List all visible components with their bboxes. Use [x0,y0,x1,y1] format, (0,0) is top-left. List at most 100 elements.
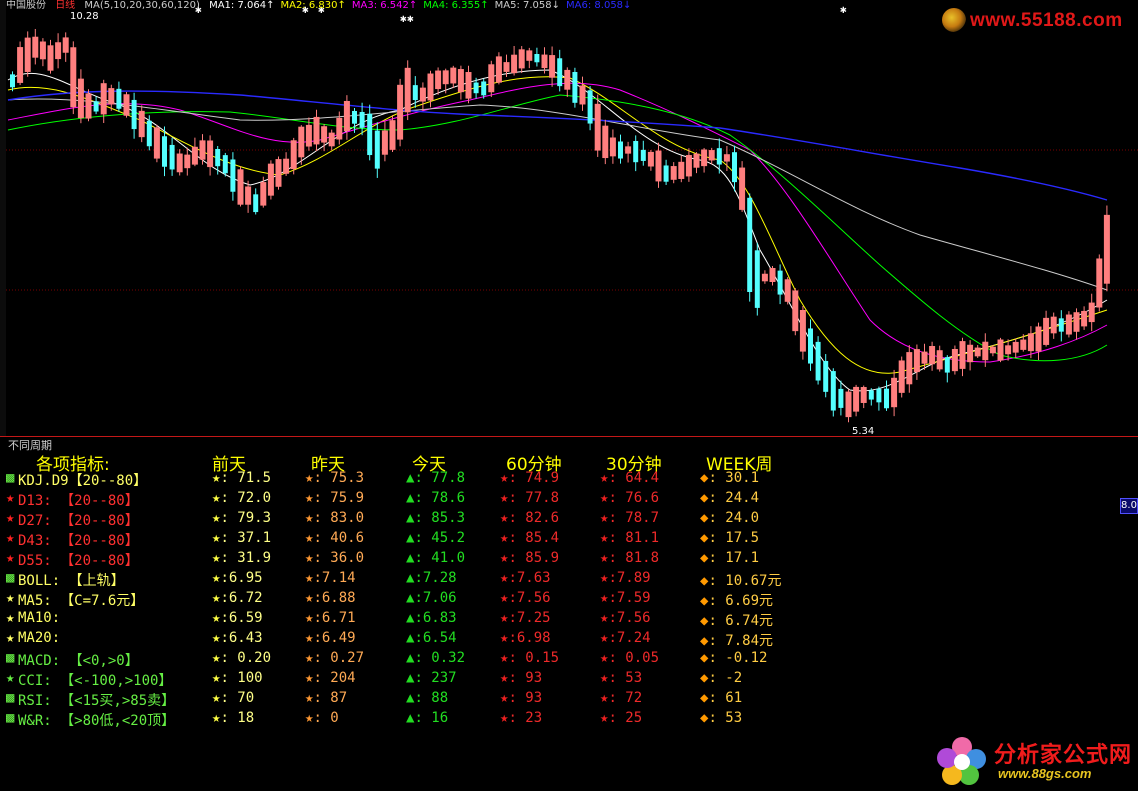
candle-body [17,47,24,83]
candle-body [267,163,274,196]
candle-body [85,93,92,119]
candle-body [944,357,950,373]
indicator-name: RSI: 【<15买,>85卖】 [18,693,176,709]
high-price-label: 10.28 [70,11,99,22]
ma-value-1: MA1: 7.064↑ [209,0,275,11]
indicator-value-text: : -2 [708,670,743,686]
watermark-logo-icon [942,8,966,32]
indicator-value-text: :7.28 [414,570,457,586]
indicator-icon: ★ [6,490,15,506]
indicator-value: ★: 40.6 [305,530,364,546]
indicator-value-text: : 72 [608,690,643,706]
candle-body [769,267,776,283]
candle-body [1035,326,1042,352]
indicator-value-text: : 79.3 [220,510,272,526]
table-row: ▩ BOLL: 【上轨】 ★:6.95 ★:7.14 ▲:7.28 ★:7.63 ★:7.8… [6,570,826,590]
indicator-value-text: :7.14 [313,570,356,586]
indicator-value-text: :6.54 [414,630,457,646]
candle-body [176,153,183,173]
indicator-value-text: :7.25 [508,610,551,626]
candle-body [495,56,502,83]
indicator-value-text: : 100 [220,670,263,686]
candle-body [222,155,228,174]
indicator-value-text: :6.98 [508,630,551,646]
indicator-value-text: :7.56 [608,610,651,626]
indicator-value-text: : 74.9 [508,470,560,486]
indicator-value: ★: 75.3 [305,470,364,486]
indicator-value: ★: 72.0 [212,490,271,506]
candle-body [336,117,343,140]
indicator-value-text: : 75.9 [313,490,365,506]
indicator-value-text: : 77.8 [508,490,560,506]
table-row: ▩ MACD: 【<0,>0】 ★: 0.20 ★: 0.27 ▲: 0.32 ★: 0.… [6,650,826,670]
indicator-value: ◆: 6.69元 [700,590,773,610]
indicator-value: ★: 0.15 [500,650,559,666]
indicator-value: ★: 77.8 [500,490,559,506]
candle-body [564,69,571,90]
indicator-value: ★: 25 [600,710,642,726]
indicator-value-text: : 18 [220,710,255,726]
table-row: ▩ KDJ.D9【20--80】 ★: 71.5 ★: 75.3 ▲: 77.8 ★: 7… [6,470,826,490]
indicator-value: ★: 82.6 [500,510,559,526]
indicator-value-text: : 0.15 [508,650,560,666]
indicator-value-text: :7.24 [608,630,651,646]
candlestick-chart[interactable]: ✱ ✱ ✱✱ ✱✱ [0,0,1138,436]
candle-body [123,94,130,116]
candle-body [625,146,632,154]
indicator-value-text: : 93 [508,690,543,706]
indicator-value: ★: 100 [212,670,263,686]
indicator-value: ★:7.56 [500,590,551,606]
candle-body [898,360,905,393]
indicator-value: ★: 64.4 [600,470,659,486]
candle-body [77,78,84,119]
indicator-name: MA10: [18,610,61,626]
candle-body [678,161,685,179]
candle-body [184,154,191,169]
indicator-value-text: : 85.4 [508,530,560,546]
candle-body [290,140,297,170]
candle-body [70,47,77,108]
candle-body [997,339,1004,361]
indicator-value: ★: 72 [600,690,642,706]
indicator-name: MA5: 【C=7.6元】 [18,593,145,609]
candle-body [967,344,974,363]
candle-body [153,127,160,159]
table-row: ★ D55: 【20--80】 ★: 31.9 ★: 36.0 ▲: 41.0 ★: 85… [6,550,826,570]
candle-body [884,388,889,409]
indicator-icon: ★ [6,510,15,526]
signal-star-icon: ✱ [400,12,407,25]
indicator-value-text: :6.49 [313,630,356,646]
candle-body [352,110,357,124]
candle-body [47,45,54,71]
indicator-value-text: :6.83 [414,610,457,626]
indicator-value-text: : 61 [708,690,743,706]
candle-body [913,349,920,373]
candle-body [1073,312,1080,332]
indicator-value-text: : -0.12 [708,650,768,666]
ma-line-3 [7,82,1108,363]
indicator-value: ◆: 10.67元 [700,570,781,590]
indicator-name: CCI: 【<-100,>100】 [18,673,173,689]
indicator-icon: ▩ [6,650,15,666]
indicator-value-text: :7.06 [414,590,457,606]
table-row: ★ MA10: ★:6.59 ★:6.71 ▲:6.83 ★:7.25 ★:7.56 ◆: 6… [6,610,826,630]
indicator-value: ★: 23 [500,710,542,726]
candle-body [457,69,464,93]
indicator-value: ★: 0.27 [305,650,364,666]
indicator-value-text: : 204 [313,670,356,686]
candle-body [815,341,821,381]
candle-body [534,54,540,63]
indicator-icon: ★ [6,610,15,626]
candle-body [116,88,122,109]
ma-value-5: MA5: 7.058↓ [494,0,561,11]
candle-body [838,388,844,408]
candle-body [754,250,760,308]
indicator-value: ★: 204 [305,670,356,686]
candle-body [253,194,259,213]
candle-body [321,126,328,143]
indicator-value-text: : 77.8 [414,470,466,486]
indicator-value: ▲: 16 [406,710,448,726]
indicator-value: ▲: 78.6 [406,490,465,506]
candle-body [594,103,601,151]
indicator-value: ◆: -0.12 [700,650,767,666]
